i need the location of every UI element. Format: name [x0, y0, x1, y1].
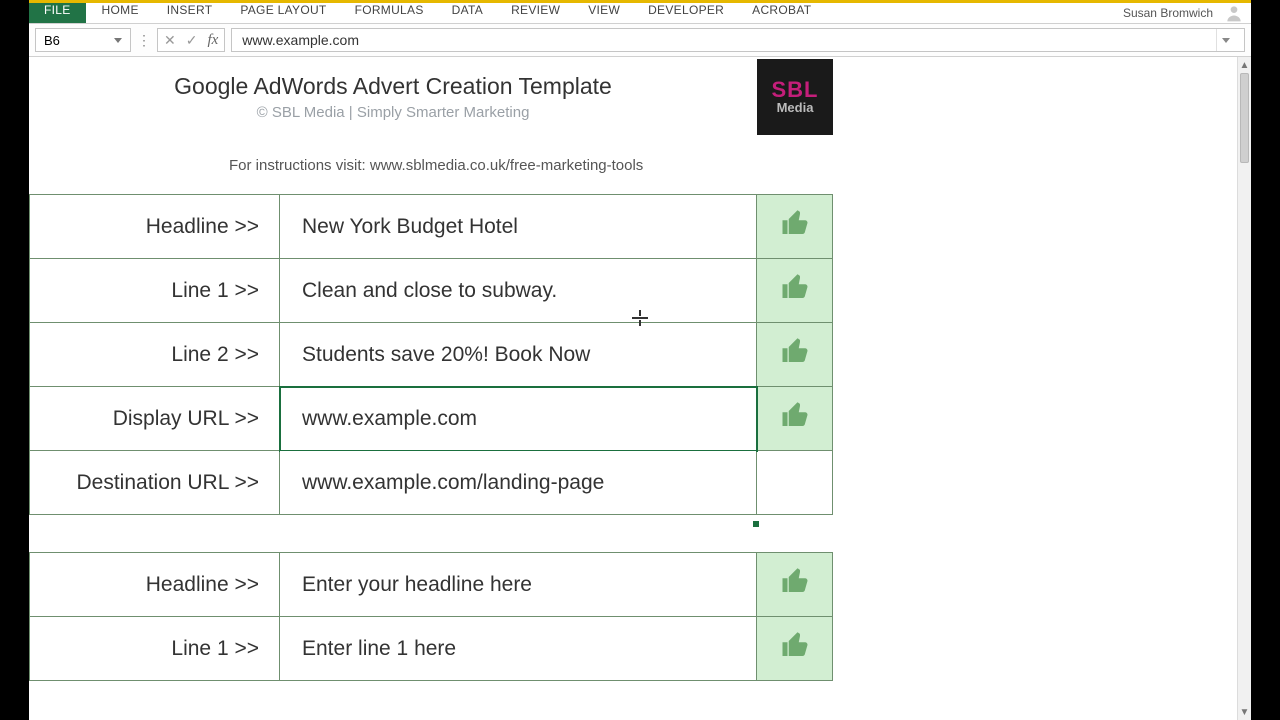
- tab-formulas[interactable]: FORMULAS: [341, 3, 438, 23]
- status-line2: [757, 323, 833, 387]
- scroll-thumb[interactable]: [1240, 73, 1249, 163]
- formula-input[interactable]: www.example.com: [231, 28, 1245, 52]
- label2-line1: Line 1 >>: [30, 617, 280, 681]
- cell-line2[interactable]: Students save 20%! Book Now: [280, 323, 757, 387]
- label-line2: Line 2 >>: [30, 323, 280, 387]
- scroll-down-icon[interactable]: ▼: [1238, 704, 1251, 720]
- cell2-headline[interactable]: Enter your headline here: [280, 553, 757, 617]
- doc-subtitle: © SBL Media | Simply Smarter Marketing: [29, 104, 757, 121]
- cell-destination-url[interactable]: www.example.com/landing-page: [280, 451, 757, 515]
- ribbon-tabs: FILE HOME INSERT PAGE LAYOUT FORMULAS DA…: [29, 3, 1251, 23]
- logo-text-1: SBL: [772, 79, 819, 101]
- user-avatar-icon[interactable]: [1221, 3, 1247, 23]
- row-display-url: Display URL >> www.example.com: [30, 387, 833, 451]
- tab-home[interactable]: HOME: [88, 3, 153, 23]
- active-cell-ref: B6: [44, 33, 60, 48]
- tab-file[interactable]: FILE: [29, 3, 86, 23]
- worksheet-area: Google AdWords Advert Creation Template …: [29, 57, 1251, 720]
- worksheet[interactable]: Google AdWords Advert Creation Template …: [29, 57, 1237, 720]
- tab-acrobat[interactable]: ACROBAT: [738, 3, 825, 23]
- signed-in-user: Susan Bromwich: [1123, 6, 1221, 20]
- row-line2: Line 2 >> Students save 20%! Book Now: [30, 323, 833, 387]
- cancel-icon[interactable]: ✕: [164, 32, 176, 49]
- tab-data[interactable]: DATA: [438, 3, 497, 23]
- vertical-scrollbar[interactable]: ▲ ▼: [1237, 57, 1251, 720]
- formula-value: www.example.com: [242, 32, 359, 48]
- cell-display-url[interactable]: www.example.com: [280, 387, 757, 451]
- cell-line1[interactable]: Clean and close to subway.: [280, 259, 757, 323]
- formula-bar: B6 ⋮ ✕ ✓ fx www.example.com: [29, 23, 1251, 57]
- status-line1: [757, 259, 833, 323]
- tab-page-layout[interactable]: PAGE LAYOUT: [226, 3, 340, 23]
- ad-fields-table-1: Headline >> New York Budget Hotel Line 1…: [29, 194, 833, 681]
- status-headline: [757, 195, 833, 259]
- fill-handle[interactable]: [753, 521, 759, 527]
- tab-view[interactable]: VIEW: [574, 3, 634, 23]
- row2-headline: Headline >> Enter your headline here: [30, 553, 833, 617]
- enter-icon[interactable]: ✓: [186, 32, 198, 49]
- status2-line1: [757, 617, 833, 681]
- tab-insert[interactable]: INSERT: [153, 3, 227, 23]
- spacer-row: [30, 515, 833, 553]
- tab-review[interactable]: REVIEW: [497, 3, 574, 23]
- row-destination-url: Destination URL >> www.example.com/landi…: [30, 451, 833, 515]
- scroll-track[interactable]: [1238, 73, 1251, 704]
- fx-icon[interactable]: fx: [207, 32, 218, 49]
- row-headline: Headline >> New York Budget Hotel: [30, 195, 833, 259]
- label2-headline: Headline >>: [30, 553, 280, 617]
- status-display-url: [757, 387, 833, 451]
- formula-bar-splitter[interactable]: ⋮: [137, 28, 151, 52]
- label-headline: Headline >>: [30, 195, 280, 259]
- cell2-line1[interactable]: Enter line 1 here: [280, 617, 757, 681]
- tab-developer[interactable]: DEVELOPER: [634, 3, 738, 23]
- document: Google AdWords Advert Creation Template …: [29, 59, 833, 681]
- formula-bar-buttons: ✕ ✓ fx: [157, 28, 225, 52]
- logo-text-2: Media: [777, 101, 814, 115]
- instructions-text: For instructions visit: www.sblmedia.co.…: [29, 135, 833, 194]
- row-line1: Line 1 >> Clean and close to subway.: [30, 259, 833, 323]
- name-box-dropdown-icon[interactable]: [114, 38, 122, 43]
- name-box[interactable]: B6: [35, 28, 131, 52]
- label-line1: Line 1 >>: [30, 259, 280, 323]
- label-destination-url: Destination URL >>: [30, 451, 280, 515]
- status2-headline: [757, 553, 833, 617]
- label-display-url: Display URL >>: [30, 387, 280, 451]
- scroll-up-icon[interactable]: ▲: [1238, 57, 1251, 73]
- cell-headline[interactable]: New York Budget Hotel: [280, 195, 757, 259]
- row2-line1: Line 1 >> Enter line 1 here: [30, 617, 833, 681]
- doc-title: Google AdWords Advert Creation Template: [29, 73, 757, 100]
- app-window: FILE HOME INSERT PAGE LAYOUT FORMULAS DA…: [29, 0, 1251, 720]
- sbl-logo: SBL Media: [757, 59, 833, 135]
- status-destination-url: [757, 451, 833, 515]
- formula-bar-expand-icon[interactable]: [1216, 29, 1234, 51]
